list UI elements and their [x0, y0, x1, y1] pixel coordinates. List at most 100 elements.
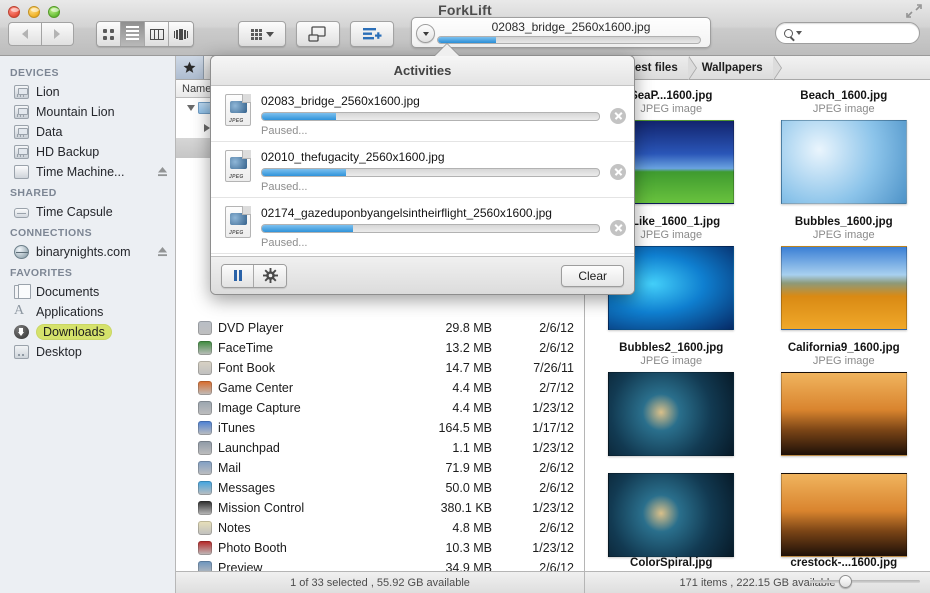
eject-icon[interactable] — [158, 167, 167, 177]
file-row-name: FaceTime — [198, 341, 408, 355]
app-icon — [198, 521, 212, 535]
activity-progress-fill — [262, 113, 336, 120]
sidebar-item-data[interactable]: Data — [0, 122, 175, 142]
disclosure-triangle-open[interactable] — [184, 105, 198, 111]
sidebar-item-downloads[interactable]: Downloads — [0, 322, 175, 342]
pause-button[interactable] — [222, 265, 254, 287]
grid-item[interactable]: Bubbles_1600.jpgJPEG image — [764, 212, 924, 338]
sidebar-item-time-machine[interactable]: Time Machine... — [0, 162, 175, 182]
sidebar-item-applications[interactable]: Applications — [0, 302, 175, 322]
list-view-button[interactable] — [121, 22, 145, 46]
file-size: 4.4 MB — [408, 401, 500, 415]
activities-footer: Clear — [211, 256, 634, 294]
jpeg-file-icon: JPEG — [225, 206, 251, 238]
forward-button[interactable] — [41, 22, 75, 46]
grid-item[interactable]: California9_1600.jpgJPEG image — [764, 338, 924, 464]
grid-item-name: Bubbles2_1600.jpg — [591, 342, 751, 354]
favorites-tab[interactable] — [176, 56, 204, 79]
file-row[interactable]: Launchpad1.1 MB1/23/12 — [176, 438, 584, 458]
file-date: 1/17/12 — [500, 421, 584, 435]
breadcrumb-item[interactable]: Wallpapers — [688, 56, 773, 79]
sidebar-item-documents[interactable]: Documents — [0, 282, 175, 302]
coverflow-icon — [174, 29, 189, 40]
globe-icon — [14, 245, 29, 259]
eject-icon[interactable] — [158, 247, 167, 257]
file-row[interactable]: DVD Player 29.8 MB2/6/12 — [176, 318, 584, 338]
activity-progress-bar — [261, 112, 600, 121]
grid-item[interactable]: Beach_1600.jpgJPEG image — [764, 86, 924, 212]
coverflow-view-button[interactable] — [169, 22, 193, 46]
file-row[interactable]: Image Capture4.4 MB1/23/12 — [176, 398, 584, 418]
file-row[interactable]: Notes4.8 MB2/6/12 — [176, 518, 584, 538]
sidebar-item-time-capsule[interactable]: Time Capsule — [0, 202, 175, 222]
desktop-icon — [14, 345, 29, 359]
activity-status: Paused... — [261, 237, 600, 249]
column-view-button[interactable] — [145, 22, 169, 46]
activity-filename: 02083_bridge_2560x1600.jpg — [261, 94, 600, 108]
forklift-window: ForkLift — [0, 0, 930, 593]
fullscreen-icon[interactable] — [906, 4, 922, 18]
slider-track — [810, 580, 920, 583]
sidebar-item-label: Documents — [36, 285, 167, 299]
file-size: 10.3 MB — [408, 541, 500, 555]
activity-row: JPEG 02174_gazeduponbyangelsintheirflight… — [211, 198, 634, 254]
file-size: 14.7 MB — [408, 361, 500, 375]
file-name-label: FaceTime — [218, 341, 273, 355]
settings-button[interactable] — [254, 265, 286, 287]
file-row[interactable]: Game Center4.4 MB2/7/12 — [176, 378, 584, 398]
file-date: 1/23/12 — [500, 401, 584, 415]
sidebar-item-lion[interactable]: Lion — [0, 82, 175, 102]
documents-icon — [14, 285, 29, 299]
back-button[interactable] — [8, 22, 41, 46]
activities-list: JPEG 02083_bridge_2560x1600.jpg Paused...J… — [211, 86, 634, 256]
file-name-label: Messages — [218, 481, 275, 495]
file-row[interactable]: Mail71.9 MB2/6/12 — [176, 458, 584, 478]
clear-button[interactable]: Clear — [561, 265, 624, 287]
file-size: 50.0 MB — [408, 481, 500, 495]
file-row[interactable]: Mission Control380.1 KB1/23/12 — [176, 498, 584, 518]
sidebar-item-mountain-lion[interactable]: Mountain Lion — [0, 102, 175, 122]
sidebar-item-binarynights-com[interactable]: binarynights.com — [0, 242, 175, 262]
sidebar-item-desktop[interactable]: Desktop — [0, 342, 175, 362]
app-icon — [198, 481, 212, 495]
add-to-queue-button[interactable] — [350, 21, 394, 47]
sidebar-item-label: Time Capsule — [36, 205, 167, 219]
slider-knob[interactable] — [839, 575, 852, 588]
sidebar-item-hd-backup[interactable]: HD Backup — [0, 142, 175, 162]
file-row-name: Mission Control — [198, 501, 408, 515]
file-size: 29.8 MB — [408, 321, 500, 335]
file-row[interactable]: iTunes164.5 MB1/17/12 — [176, 418, 584, 438]
cancel-icon[interactable] — [610, 164, 626, 180]
zoom-slider[interactable] — [810, 576, 920, 587]
file-row[interactable]: Font Book14.7 MB7/26/11 — [176, 358, 584, 378]
file-size: 1.1 MB — [408, 441, 500, 455]
sidebar-item-label: Mountain Lion — [36, 105, 167, 119]
file-row[interactable]: Photo Booth10.3 MB1/23/12 — [176, 538, 584, 558]
file-row[interactable]: FaceTime13.2 MB2/6/12 — [176, 338, 584, 358]
tree-row[interactable] — [176, 298, 584, 318]
file-size: 13.2 MB — [408, 341, 500, 355]
file-size: 380.1 KB — [408, 501, 500, 515]
sidebar-item-label: Time Machine... — [36, 165, 151, 179]
right-pane-status: 171 items , 222.15 GB available — [585, 571, 930, 593]
grid-item[interactable]: Bubbles2_1600.jpgJPEG image — [591, 338, 751, 464]
file-row-name: Game Center — [198, 381, 408, 395]
thumbnail-image — [781, 473, 907, 557]
activities-disclosure-button[interactable] — [416, 24, 435, 43]
arrange-button[interactable] — [238, 21, 286, 47]
cancel-icon[interactable] — [610, 108, 626, 124]
app-icon — [198, 321, 212, 335]
file-date: 2/6/12 — [500, 321, 584, 335]
file-name-label: DVD Player — [218, 321, 283, 335]
titlebar: ForkLift — [0, 0, 930, 56]
columns-icon — [150, 29, 164, 40]
icon-view-button[interactable] — [97, 22, 121, 46]
cancel-icon[interactable] — [610, 220, 626, 236]
search-icon — [784, 29, 793, 38]
file-row-name: Mail — [198, 461, 408, 475]
search-input[interactable] — [775, 22, 920, 44]
share-button[interactable] — [296, 21, 340, 47]
activity-filename: 02174_gazeduponbyangelsintheirflight_256… — [261, 206, 600, 220]
file-row[interactable]: Messages50.0 MB2/6/12 — [176, 478, 584, 498]
share-screen-icon — [308, 26, 328, 42]
